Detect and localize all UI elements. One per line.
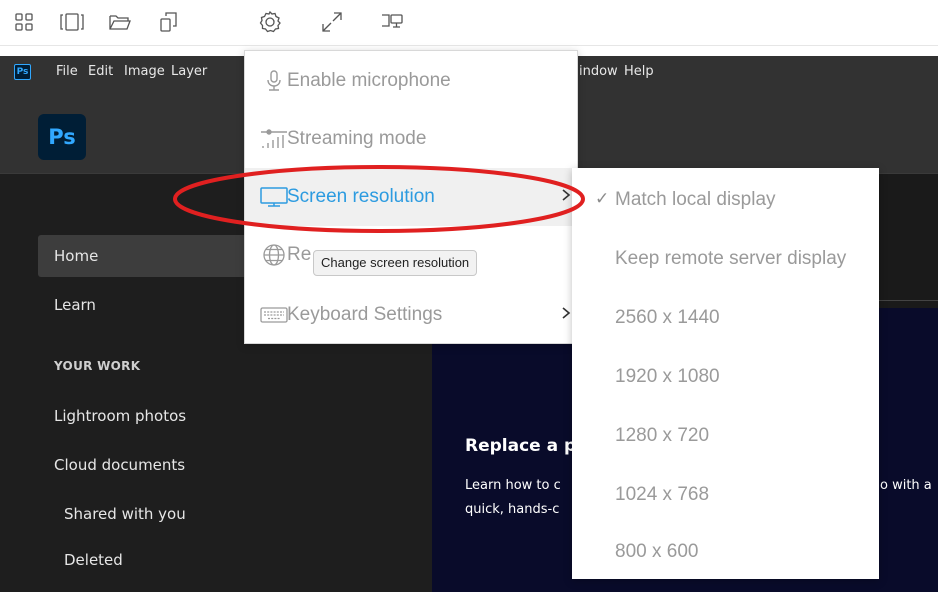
menu-item-streaming-mode[interactable]: Streaming mode bbox=[245, 110, 577, 168]
globe-icon bbox=[258, 242, 290, 268]
apps-grid-icon[interactable] bbox=[10, 8, 38, 36]
menu-file[interactable]: File bbox=[56, 64, 78, 79]
resolution-option-label: 1280 x 720 bbox=[615, 425, 710, 446]
resolution-option-800x600[interactable]: 800 x 600 bbox=[572, 522, 879, 581]
menu-item-keyboard-settings[interactable]: Keyboard Settings bbox=[245, 286, 577, 344]
menu-image[interactable]: Image bbox=[124, 64, 165, 79]
resolution-option-label: 1024 x 768 bbox=[615, 484, 710, 505]
folder-open-icon[interactable] bbox=[106, 8, 134, 36]
resolution-option-label: 800 x 600 bbox=[615, 541, 699, 562]
monitor-icon bbox=[258, 184, 290, 210]
banner-description-line1-end: o with a bbox=[880, 478, 932, 493]
keyboard-icon bbox=[258, 302, 290, 328]
fullscreen-arrows-icon[interactable] bbox=[318, 8, 346, 36]
resolution-option-label: 2560 x 1440 bbox=[615, 307, 720, 328]
resolution-option-1024x768[interactable]: 1024 x 768 bbox=[572, 465, 879, 524]
settings-dropdown: Enable microphone Streaming mode Screen … bbox=[244, 50, 578, 344]
sidebar-item-shared-with-you[interactable]: Shared with you bbox=[38, 493, 248, 535]
banner-description-line1: Learn how to c bbox=[465, 478, 561, 493]
menu-edit[interactable]: Edit bbox=[88, 64, 113, 79]
resolution-option-label: 1920 x 1080 bbox=[615, 366, 720, 387]
photoshop-logo: Ps bbox=[38, 114, 86, 160]
resolution-option-match-local-display[interactable]: ✓ Match local display bbox=[572, 170, 879, 229]
resolution-option-1280x720[interactable]: 1280 x 720 bbox=[572, 406, 879, 465]
streaming-mode-label: Streaming mode bbox=[287, 128, 427, 149]
sidebar-item-deleted[interactable]: Deleted bbox=[38, 539, 248, 581]
banner-title: Replace a p bbox=[465, 436, 577, 456]
menu-item-screen-resolution[interactable]: Screen resolution bbox=[245, 168, 577, 226]
sidebar-item-lightroom-photos[interactable]: Lightroom photos bbox=[38, 395, 248, 437]
enable-microphone-label: Enable microphone bbox=[287, 70, 451, 91]
sidebar-item-learn[interactable]: Learn bbox=[38, 284, 248, 326]
remote-toolbar bbox=[0, 0, 938, 46]
chevron-right-icon bbox=[561, 306, 571, 325]
sidebar-item-home[interactable]: Home bbox=[38, 235, 248, 277]
window-panels-icon[interactable] bbox=[58, 8, 86, 36]
resolution-option-label: Match local display bbox=[615, 189, 776, 210]
checkmark-icon: ✓ bbox=[595, 189, 610, 208]
chevron-right-icon bbox=[561, 188, 571, 207]
section-heading-your-work: YOUR WORK bbox=[54, 359, 141, 373]
resolution-option-1920x1080[interactable]: 1920 x 1080 bbox=[572, 347, 879, 406]
resolution-option-2560x1440[interactable]: 2560 x 1440 bbox=[572, 288, 879, 347]
menu-layer[interactable]: Layer bbox=[171, 64, 207, 79]
menu-item-enable-microphone[interactable]: Enable microphone bbox=[245, 52, 577, 110]
device-display-icon[interactable] bbox=[378, 8, 406, 36]
copy-files-icon[interactable] bbox=[155, 8, 183, 36]
tooltip-change-screen-resolution: Change screen resolution bbox=[313, 250, 478, 276]
resolution-option-label: Keep remote server display bbox=[615, 248, 847, 269]
banner-description-line2: quick, hands-c bbox=[465, 502, 560, 517]
region-label: Re bbox=[287, 244, 312, 265]
resolution-submenu: ✓ Match local display Keep remote server… bbox=[572, 168, 879, 579]
menu-help[interactable]: Help bbox=[624, 64, 654, 79]
screen-resolution-label: Screen resolution bbox=[287, 186, 435, 207]
signal-bars-icon bbox=[258, 126, 290, 152]
photoshop-badge-icon: Ps bbox=[14, 64, 31, 80]
resolution-option-keep-remote[interactable]: Keep remote server display bbox=[572, 229, 879, 288]
menu-window[interactable]: indow bbox=[579, 64, 618, 79]
sidebar-item-cloud-documents[interactable]: Cloud documents bbox=[38, 444, 248, 486]
keyboard-settings-label: Keyboard Settings bbox=[287, 304, 443, 325]
microphone-icon bbox=[258, 68, 290, 94]
gear-icon[interactable] bbox=[256, 8, 284, 36]
